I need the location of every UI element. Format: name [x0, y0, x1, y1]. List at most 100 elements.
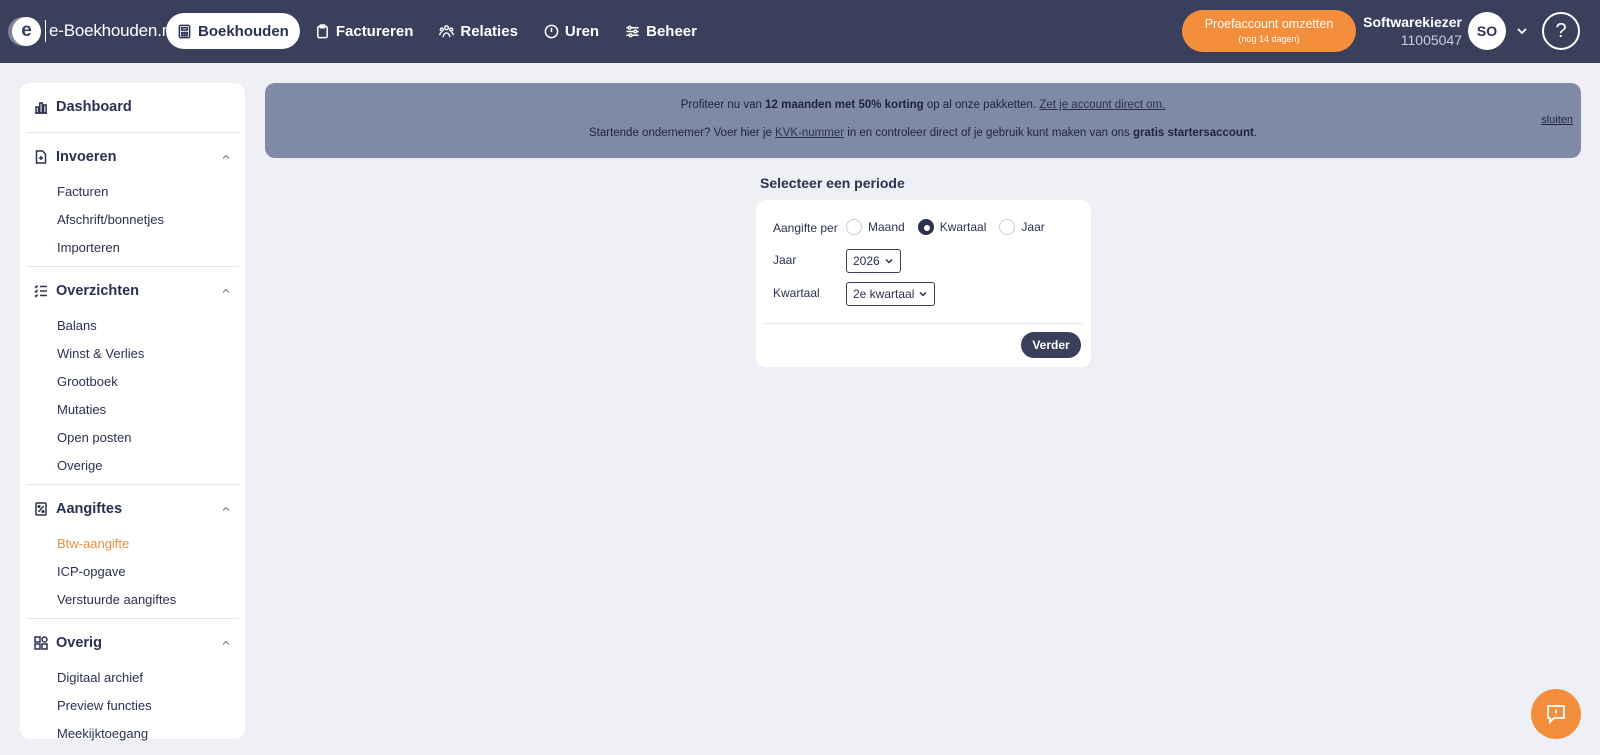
promo-banner: Profiteer nu van 12 maanden met 50% kort…: [265, 83, 1581, 158]
banner-line-2: Startende ondernemer? Voer hier je KVK-n…: [265, 127, 1581, 139]
sidebar-section-label: Overzichten: [56, 283, 139, 299]
sliders-icon: [626, 25, 639, 37]
jaar-label: Jaar: [773, 253, 797, 267]
sidebar-item-btw-aangifte[interactable]: Btw-aangifte: [20, 529, 245, 557]
account-info[interactable]: Softwarekiezer 11005047: [1362, 13, 1462, 49]
account-name: Softwarekiezer: [1363, 14, 1462, 30]
sidebar-section-label: Aangiftes: [56, 501, 123, 517]
period-radio-group: Maand Kwartaal Jaar: [846, 219, 1058, 235]
divider: [26, 484, 239, 485]
logo[interactable]: e e-Boekhouden.nl: [12, 16, 175, 46]
radio-jaar[interactable]: Jaar: [999, 219, 1045, 235]
chevron-down-icon[interactable]: [1515, 24, 1529, 38]
banner-text: Startende ondernemer? Voer hier je: [588, 127, 776, 139]
sidebar-section-overig[interactable]: Overig: [20, 623, 245, 663]
sidebar-section-invoeren[interactable]: Invoeren: [20, 137, 245, 177]
nav-label: Factureren: [335, 22, 414, 40]
chevron-up-icon[interactable]: [221, 638, 231, 648]
sidebar-item-dashboard[interactable]: Dashboard: [20, 87, 245, 127]
help-button[interactable]: ?: [1542, 12, 1580, 50]
chevron-up-icon[interactable]: [221, 504, 231, 514]
sidebar-item-importeren[interactable]: Importeren: [20, 233, 245, 261]
radio-indicator: [917, 219, 934, 235]
radio-maand[interactable]: Maand: [846, 219, 905, 235]
chevron-down-icon: [919, 291, 927, 297]
trial-days-left: (nog 14 dagen): [1238, 34, 1300, 44]
page-title: Selecteer een periode: [760, 175, 905, 191]
nav-label: Relaties: [460, 22, 518, 40]
sidebar-item-facturen[interactable]: Facturen: [20, 177, 245, 205]
radio-kwartaal[interactable]: Kwartaal: [917, 219, 987, 235]
nav-label: Beheer: [646, 22, 697, 40]
chevron-down-icon: [885, 258, 893, 264]
sidebar-item-label: Dashboard: [56, 99, 132, 115]
radio-label: Kwartaal: [939, 220, 987, 234]
radio-indicator: [999, 219, 1016, 235]
jaar-value: 2026: [853, 254, 880, 268]
sidebar-section-aangiftes[interactable]: Aangiftes: [20, 489, 245, 529]
radio-label: Maand: [868, 220, 905, 234]
radio-label: Jaar: [1021, 220, 1045, 234]
trial-label: Proefaccount omzetten: [1204, 17, 1334, 31]
banner-text: Profiteer nu van: [680, 99, 766, 111]
aangifte-label: Aangifte per: [773, 221, 838, 235]
sidebar-item-grootboek[interactable]: Grootboek: [20, 367, 245, 395]
nav-factureren[interactable]: Factureren: [304, 13, 425, 49]
divider: [26, 266, 239, 267]
calculator-icon: [178, 24, 191, 38]
percent-document-icon: [35, 502, 47, 516]
checklist-icon: [34, 285, 47, 298]
sidebar-section-label: Overig: [56, 635, 102, 651]
sidebar-item-overige[interactable]: Overige: [20, 451, 245, 479]
sidebar-item-icp-opgave[interactable]: ICP-opgave: [20, 557, 245, 585]
logo-mark: e: [12, 16, 41, 46]
period-card: Aangifte per Maand Kwartaal Jaar Jaar 20…: [756, 200, 1091, 367]
banner-line-1: Profiteer nu van 12 maanden met 50% kort…: [265, 99, 1581, 111]
banner-close-link[interactable]: sluiten: [1541, 114, 1573, 126]
banner-bold: gratis startersaccount: [1133, 127, 1254, 139]
sidebar-item-balans[interactable]: Balans: [20, 311, 245, 339]
divider: [26, 618, 239, 619]
kvk-link[interactable]: KVK-nummer: [775, 127, 844, 139]
nav-beheer[interactable]: Beheer: [614, 13, 708, 49]
sidebar-item-meekijktoegang[interactable]: Meekijktoegang: [20, 719, 245, 747]
divider: [764, 323, 1083, 324]
document-plus-icon: [35, 150, 47, 164]
chevron-up-icon[interactable]: [221, 152, 231, 162]
sidebar-section-overzichten[interactable]: Overzichten: [20, 271, 245, 311]
sidebar-item-open-posten[interactable]: Open posten: [20, 423, 245, 451]
chat-icon: [1547, 705, 1565, 725]
kwartaal-value: 2e kwartaal: [853, 287, 915, 301]
sidebar-item-afschrift[interactable]: Afschrift/bonnetjes: [20, 205, 245, 233]
sidebar-item-mutaties[interactable]: Mutaties: [20, 395, 245, 423]
nav-uren[interactable]: Uren: [533, 13, 610, 49]
banner-text: in en controleer direct of je gebruik ku…: [844, 127, 1133, 139]
kwartaal-select[interactable]: 2e kwartaal: [846, 282, 936, 306]
main-nav: Boekhouden Factureren Relaties Uren Behe…: [166, 13, 712, 49]
clipboard-icon: [316, 23, 328, 38]
divider: [26, 132, 239, 133]
logo-text: e-Boekhouden.nl: [45, 20, 175, 42]
kwartaal-label: Kwartaal: [773, 286, 820, 300]
nav-boekhouden[interactable]: Boekhouden: [166, 13, 300, 49]
chat-button[interactable]: [1531, 689, 1581, 739]
chevron-up-icon[interactable]: [221, 286, 231, 296]
nav-relaties[interactable]: Relaties: [428, 13, 529, 49]
sidebar-item-winst-verlies[interactable]: Winst & Verlies: [20, 339, 245, 367]
account-number: 11005047: [1400, 32, 1462, 48]
sidebar: Dashboard Invoeren Facturen Afschrift/bo…: [20, 83, 245, 741]
sidebar-item-digitaal-archief[interactable]: Digitaal archief: [20, 663, 245, 691]
bar-chart-icon: [35, 102, 47, 114]
nav-label: Boekhouden: [198, 22, 289, 40]
banner-text: .: [1253, 127, 1257, 139]
grid-icon: [34, 636, 48, 650]
convert-account-link[interactable]: Zet je account direct om.: [1039, 99, 1165, 111]
avatar[interactable]: SO: [1468, 12, 1506, 50]
jaar-select[interactable]: 2026: [846, 249, 901, 273]
next-button[interactable]: Verder: [1021, 332, 1081, 358]
sidebar-item-verstuurde-aangiftes[interactable]: Verstuurde aangiftes: [20, 585, 245, 613]
nav-label: Uren: [564, 22, 600, 40]
banner-text: op al onze pakketten.: [923, 99, 1040, 111]
sidebar-item-preview-functies[interactable]: Preview functies: [20, 691, 245, 719]
convert-trial-button[interactable]: Proefaccount omzetten (nog 14 dagen): [1182, 10, 1356, 52]
